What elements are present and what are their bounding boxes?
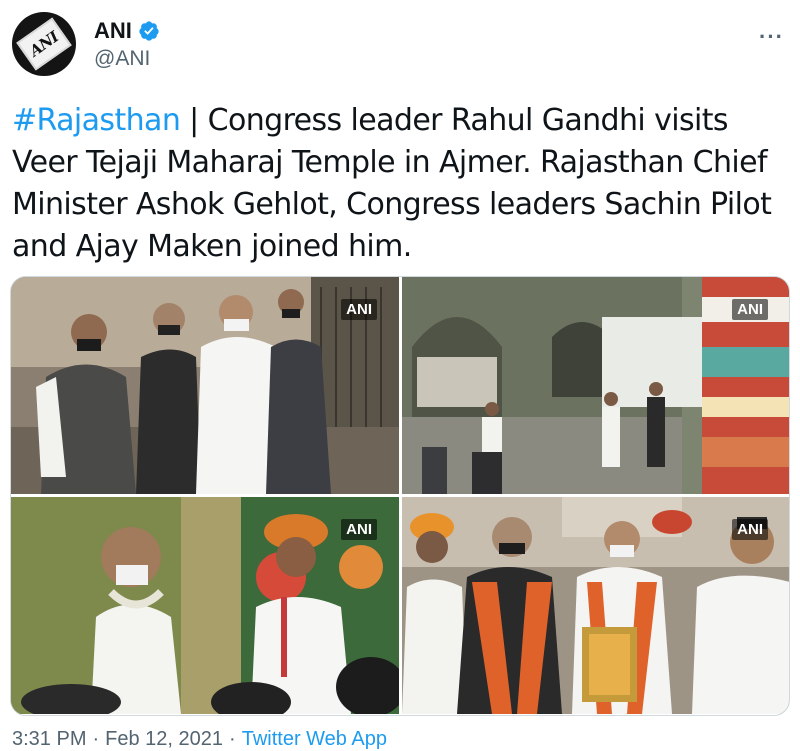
- tweet-footer: 3:31 PM · Feb 12, 2021 · Twitter Web App: [12, 728, 387, 751]
- ani-logo: ANI: [16, 17, 72, 71]
- avatar-logo-text: ANI: [26, 27, 62, 61]
- photo-3[interactable]: ANI: [11, 497, 399, 714]
- ani-watermark: ANI: [341, 519, 377, 540]
- tweet-time[interactable]: 3:31 PM: [12, 728, 86, 750]
- name-row: ANI: [94, 18, 160, 44]
- photo-1[interactable]: ANI: [11, 277, 399, 494]
- author-handle[interactable]: @ANI: [94, 47, 160, 71]
- hashtag-link[interactable]: #Rajasthan: [12, 103, 181, 138]
- ani-watermark: ANI: [341, 299, 377, 320]
- photo-4[interactable]: ANI: [402, 497, 789, 714]
- tweet-header: ANI ANI @ANI ···: [12, 10, 788, 80]
- photo-2[interactable]: ANI: [402, 277, 789, 494]
- author-name[interactable]: ANI: [94, 18, 132, 44]
- tweet-source[interactable]: Twitter Web App: [242, 728, 387, 750]
- ani-watermark: ANI: [732, 519, 768, 540]
- avatar[interactable]: ANI: [12, 12, 76, 76]
- tweet-text: #Rajasthan | Congress leader Rahul Gandh…: [12, 100, 782, 268]
- footer-separator: ·: [92, 728, 100, 750]
- author-names: ANI @ANI: [94, 18, 160, 71]
- media-grid[interactable]: ANI ANI ANI ANI: [10, 276, 790, 716]
- tweet-date[interactable]: Feb 12, 2021: [105, 728, 223, 750]
- ani-watermark: ANI: [732, 299, 768, 320]
- more-options-icon[interactable]: ···: [759, 24, 784, 50]
- verified-badge-icon: [139, 21, 159, 41]
- footer-separator: ·: [229, 728, 236, 750]
